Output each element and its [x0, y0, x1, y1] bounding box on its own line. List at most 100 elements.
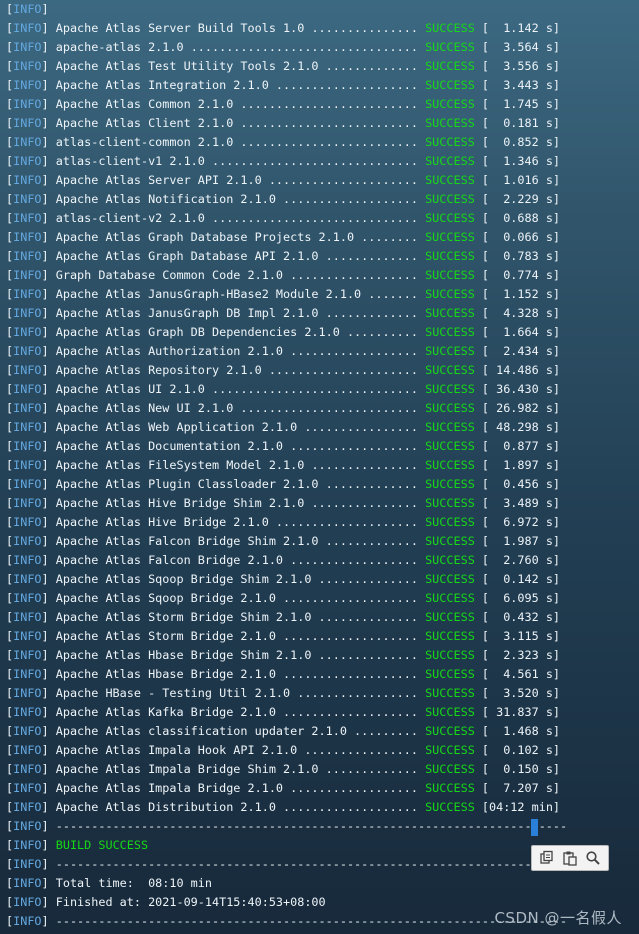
reactor-summary-row: [INFO] Apache Atlas Sqoop Bridge 2.1.0 .… — [6, 591, 561, 605]
module-name: Apache Atlas Sqoop Bridge 2.1.0 — [48, 591, 284, 605]
module-duration: [ 0.877 s] — [474, 439, 561, 453]
reactor-summary-row: [INFO] Apache Atlas Common 2.1.0 .......… — [6, 97, 561, 111]
module-duration: [ 0.432 s] — [474, 610, 561, 624]
module-name: Apache Atlas Graph Database API 2.1.0 — [48, 249, 326, 263]
module-name: Apache Atlas Impala Hook API 2.1.0 — [48, 743, 305, 757]
module-name: Apache Atlas Plugin Classloader 2.1.0 — [48, 477, 326, 491]
module-name: Apache Atlas UI 2.1.0 — [48, 382, 212, 396]
reactor-summary-row: [INFO] Apache Atlas Sqoop Bridge Shim 2.… — [6, 572, 561, 586]
log-level-tag: INFO — [13, 249, 42, 263]
module-duration: [ 0.181 s] — [474, 116, 561, 130]
log-level-tag: INFO — [13, 781, 42, 795]
module-name: Apache Atlas FileSystem Model 2.1.0 — [48, 458, 312, 472]
leader-dots: ................... — [283, 800, 426, 814]
module-duration: [ 2.323 s] — [474, 648, 561, 662]
finished-at-line: [INFO] Finished at: 2021-09-14T15:40:53+… — [6, 895, 326, 909]
module-name: Apache Atlas Falcon Bridge 2.1.0 — [48, 553, 291, 567]
leader-dots: .............. — [318, 648, 426, 662]
module-status: SUCCESS — [425, 743, 475, 757]
reactor-summary-row: [INFO] Apache Atlas Documentation 2.1.0 … — [6, 439, 561, 453]
module-name: Apache Atlas Authorization 2.1.0 — [48, 344, 291, 358]
reactor-summary-row: [INFO] Apache Atlas Graph Database Proje… — [6, 230, 561, 244]
module-duration: [ 14.486 s] — [474, 363, 561, 377]
leader-dots: .............. — [318, 572, 426, 586]
log-level-tag: INFO — [13, 173, 42, 187]
leader-dots: ............................. — [212, 382, 426, 396]
module-status: SUCCESS — [425, 705, 475, 719]
log-level-tag: INFO — [13, 895, 42, 909]
reactor-summary-row: [INFO] Apache Atlas Storm Bridge Shim 2.… — [6, 610, 561, 624]
reactor-summary-row: [INFO] Apache Atlas Impala Bridge 2.1.0 … — [6, 781, 561, 795]
module-duration: [ 0.150 s] — [474, 762, 561, 776]
leader-dots: ....... — [368, 287, 426, 301]
module-name: atlas-client-common 2.1.0 — [48, 135, 241, 149]
scroll-position-marker — [531, 819, 538, 836]
log-level-tag: INFO — [13, 154, 42, 168]
reactor-summary-row: [INFO] Apache Atlas JanusGraph-HBase2 Mo… — [6, 287, 561, 301]
reactor-summary-row: [INFO] Apache Atlas New UI 2.1.0 .......… — [6, 401, 561, 415]
module-duration: [ 0.066 s] — [474, 230, 561, 244]
log-level-tag: INFO — [13, 458, 42, 472]
separator-line: [INFO] ---------------------------------… — [6, 857, 568, 871]
leader-dots: ............... — [311, 458, 426, 472]
leader-dots: ......................... — [240, 401, 426, 415]
reactor-summary-row: [INFO] Apache Atlas Integration 2.1.0 ..… — [6, 78, 561, 92]
leader-dots: ................... — [283, 629, 426, 643]
module-status: SUCCESS — [425, 591, 475, 605]
module-duration: [ 1.346 s] — [474, 154, 561, 168]
module-status: SUCCESS — [425, 496, 475, 510]
reactor-summary-row: [INFO] Apache Atlas Hive Bridge 2.1.0 ..… — [6, 515, 561, 529]
search-button[interactable] — [583, 848, 603, 868]
module-duration: [ 3.556 s] — [474, 59, 561, 73]
leader-dots: ................. — [297, 686, 426, 700]
finished-at: Finished at: 2021-09-14T15:40:53+08:00 — [48, 895, 326, 909]
log-level-tag: INFO — [13, 819, 42, 833]
build-result-line: [INFO] BUILD SUCCESS — [6, 838, 149, 852]
leader-dots: ........ — [361, 230, 426, 244]
reactor-summary-row: [INFO] Apache Atlas Repository 2.1.0 ...… — [6, 363, 561, 377]
module-duration: [ 2.229 s] — [474, 192, 561, 206]
module-status: SUCCESS — [425, 325, 475, 339]
leader-dots: .................... — [275, 515, 426, 529]
leader-dots: ................................ — [190, 40, 426, 54]
log-level-tag: INFO — [13, 2, 42, 16]
reactor-summary-row: [INFO] atlas-client-v1 2.1.0 ...........… — [6, 154, 561, 168]
reactor-summary-row: [INFO] Apache Atlas Client 2.1.0 .......… — [6, 116, 561, 130]
leader-dots: .................... — [275, 78, 426, 92]
reactor-summary-row: [INFO] Apache Atlas JanusGraph DB Impl 2… — [6, 306, 561, 320]
leader-dots: .................. — [290, 344, 426, 358]
module-status: SUCCESS — [425, 21, 475, 35]
log-level-tag: INFO — [13, 420, 42, 434]
module-status: SUCCESS — [425, 306, 475, 320]
reactor-summary-row: [INFO] Apache Atlas FileSystem Model 2.1… — [6, 458, 561, 472]
reactor-summary-row: [INFO] Apache Atlas Graph DB Dependencie… — [6, 325, 561, 339]
leader-dots: .......... — [346, 325, 426, 339]
module-duration: [ 31.837 s] — [474, 705, 561, 719]
reactor-summary-row: [INFO] Apache Atlas classification updat… — [6, 724, 561, 738]
module-duration: [ 0.774 s] — [474, 268, 561, 282]
module-status: SUCCESS — [425, 344, 475, 358]
reactor-summary-row: [INFO] apache-atlas 2.1.0 ..............… — [6, 40, 561, 54]
module-duration: [ 36.430 s] — [474, 382, 561, 396]
module-name: Apache Atlas JanusGraph DB Impl 2.1.0 — [48, 306, 326, 320]
module-status: SUCCESS — [425, 382, 475, 396]
total-time-line: [INFO] Total time: 08:10 min — [6, 876, 212, 890]
copy-button[interactable] — [537, 848, 557, 868]
reactor-summary-row: [INFO] Apache Atlas Kafka Bridge 2.1.0 .… — [6, 705, 561, 719]
log-level-tag: INFO — [13, 705, 42, 719]
module-name: Apache HBase - Testing Util 2.1.0 — [48, 686, 298, 700]
module-duration: [ 3.564 s] — [474, 40, 561, 54]
module-duration: [ 1.897 s] — [474, 458, 561, 472]
module-name: Apache Atlas Graph Database Projects 2.1… — [48, 230, 362, 244]
paste-button[interactable] — [560, 848, 580, 868]
module-name: Apache Atlas Hbase Bridge 2.1.0 — [48, 667, 284, 681]
module-name: Apache Atlas Storm Bridge 2.1.0 — [48, 629, 284, 643]
module-status: SUCCESS — [425, 458, 475, 472]
reactor-summary-row: [INFO] Apache Atlas Plugin Classloader 2… — [6, 477, 561, 491]
reactor-summary-row: [INFO] Apache Atlas Impala Hook API 2.1.… — [6, 743, 561, 757]
module-duration: [ 3.520 s] — [474, 686, 561, 700]
reactor-summary-row: [INFO] Apache Atlas Falcon Bridge 2.1.0 … — [6, 553, 561, 567]
module-duration: [ 2.434 s] — [474, 344, 561, 358]
log-level-tag: INFO — [13, 534, 42, 548]
